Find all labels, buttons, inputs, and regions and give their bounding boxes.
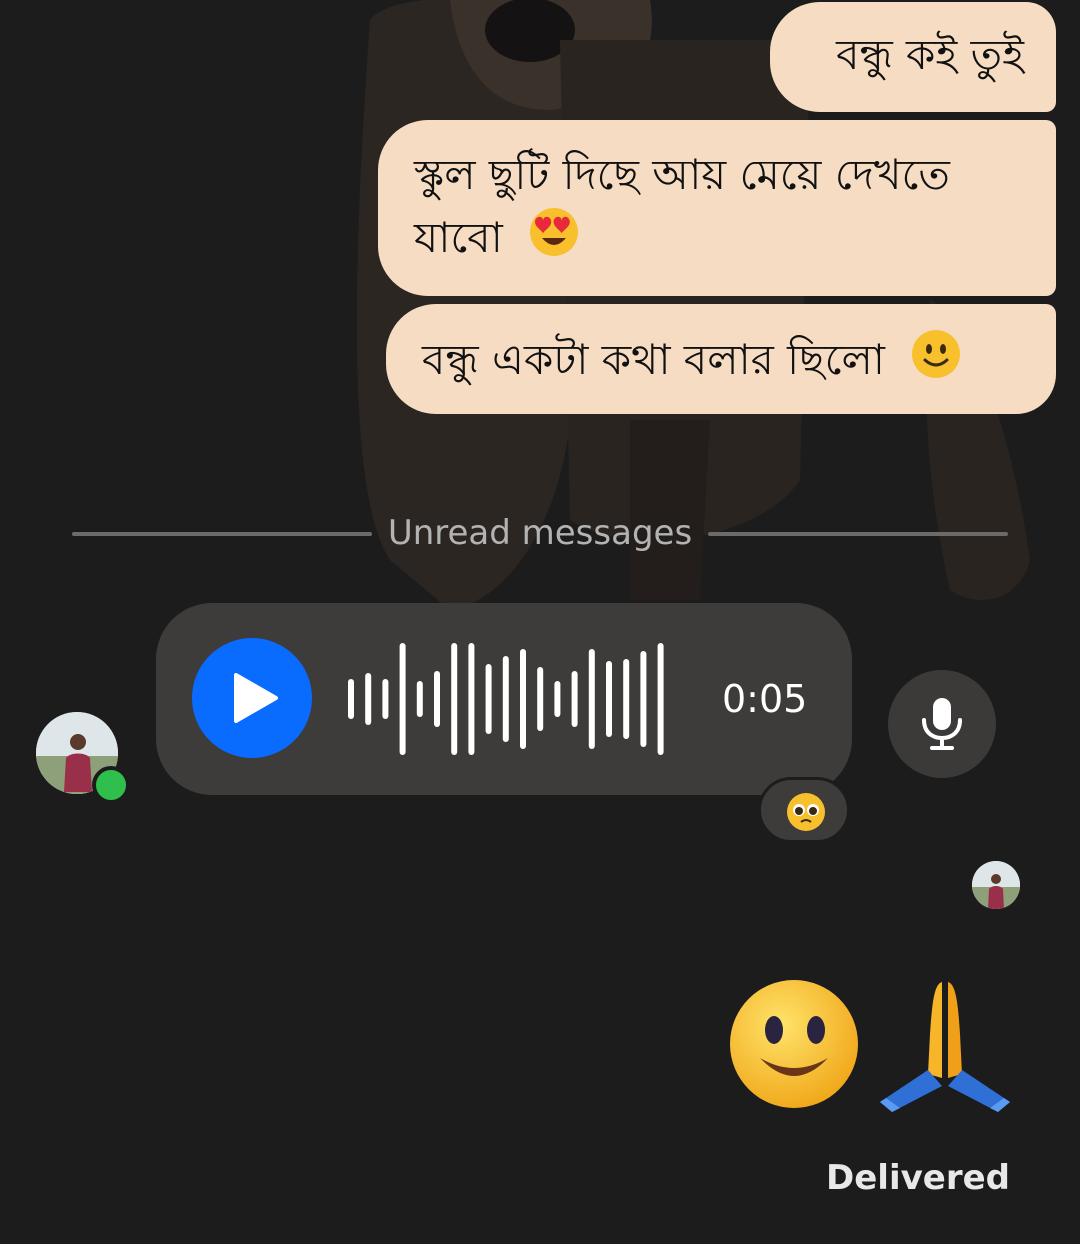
message-text: বন্ধু কই তুই	[836, 30, 1024, 79]
waveform-bar	[571, 671, 578, 727]
waveform-bar	[657, 643, 664, 755]
divider-line	[708, 532, 1008, 536]
divider-line	[72, 532, 372, 536]
waveform-bar	[416, 681, 423, 717]
waveform-bar	[606, 661, 612, 737]
waveform-bar	[623, 659, 630, 739]
delivery-status: Delivered	[826, 1158, 1010, 1198]
waveform-bar	[502, 656, 509, 742]
voice-duration: 0:05	[722, 677, 808, 721]
message-bubble[interactable]: বন্ধু একটা কথা বলার ছিলো	[386, 304, 1056, 414]
message-text: স্কুল ছুটি দিছে আয় মেয়ে দেখতে যাবো	[414, 150, 950, 262]
waveform-bar	[434, 671, 440, 727]
voice-message-bubble[interactable]: 0:05	[156, 603, 852, 795]
waveform-bar	[382, 679, 389, 719]
play-icon	[234, 673, 278, 723]
folded-hands-icon	[880, 982, 1010, 1112]
waveform-bar	[365, 673, 372, 725]
waveform-bar	[588, 649, 595, 749]
waveform-bar	[640, 651, 647, 747]
waveform-bar	[348, 679, 354, 719]
online-status-indicator	[92, 766, 130, 804]
voice-record-button[interactable]	[888, 670, 996, 778]
waveform-bar	[468, 643, 475, 755]
smiling-face-emoji-icon	[910, 328, 962, 397]
unread-divider: Unread messages	[72, 510, 1008, 556]
profile-photo-icon	[972, 861, 1020, 909]
play-button[interactable]	[192, 638, 312, 758]
unread-label: Unread messages	[387, 513, 693, 553]
pleading-face-icon	[787, 793, 825, 831]
sent-emoji-message[interactable]	[870, 974, 1020, 1118]
waveform-bar	[399, 643, 406, 755]
smiling-face-icon	[730, 980, 858, 1108]
waveform-bar	[485, 664, 492, 734]
heart-eyes-emoji-icon	[528, 206, 580, 275]
message-text: বন্ধু একটা কথা বলার ছিলো	[422, 335, 885, 384]
message-bubble[interactable]: স্কুল ছুটি দিছে আয় মেয়ে দেখতে যাবো	[378, 120, 1056, 296]
sent-emoji-message[interactable]	[726, 974, 862, 1114]
waveform-bar	[451, 643, 458, 755]
waveform-bar	[520, 649, 526, 749]
message-bubble[interactable]: বন্ধু কই তুই	[770, 2, 1056, 112]
seen-by-avatar	[972, 861, 1020, 909]
waveform-bar	[537, 667, 544, 731]
microphone-icon	[922, 698, 962, 750]
waveform-bar	[554, 681, 561, 717]
message-reaction[interactable]	[758, 777, 850, 843]
audio-waveform[interactable]	[346, 643, 676, 755]
